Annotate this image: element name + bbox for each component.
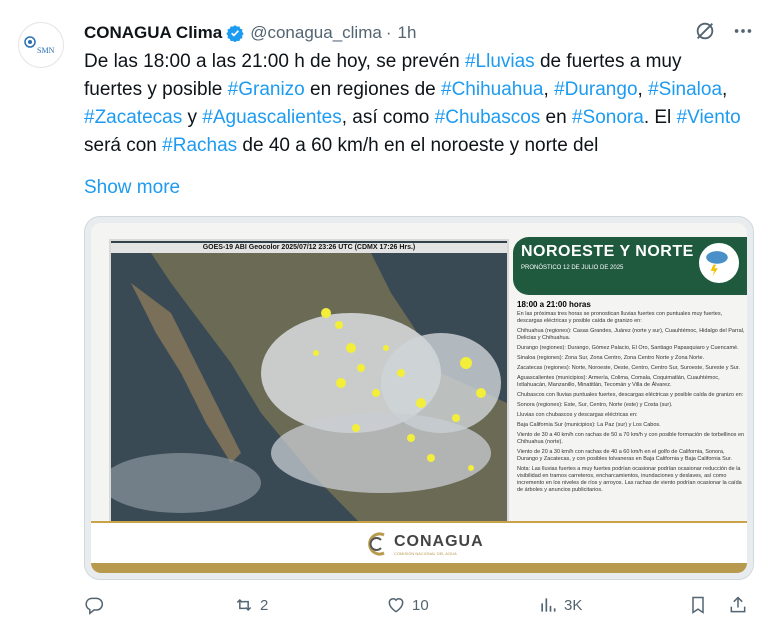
hashtag-link[interactable]: #Durango: [554, 79, 637, 100]
avatar-label: SMN: [37, 46, 55, 55]
tweet-text-segment: en: [540, 107, 572, 128]
forecast-panel-header: NOROESTE Y NORTE PRONÓSTICO 12 DE JULIO …: [513, 237, 747, 295]
views-icon: [541, 598, 556, 612]
hashtag-link[interactable]: #Zacatecas: [84, 107, 182, 128]
tweet-text-segment: De las 18:00 a las 21:00 h de hoy, se pr…: [84, 51, 465, 72]
grok-icon[interactable]: [694, 20, 716, 47]
hashtag-link[interactable]: #Sonora: [572, 107, 644, 128]
forecast-sinaloa: Sinaloa (regiones): Zona Sur, Zona Centr…: [517, 355, 705, 361]
forecast-card: GOES-19 ABI Geocolor 2025/07/12 23:26 UT…: [91, 223, 747, 573]
tweet-media-image[interactable]: GOES-19 ABI Geocolor 2025/07/12 23:26 UT…: [84, 216, 754, 580]
forecast-panel: NOROESTE Y NORTE PRONÓSTICO 12 DE JULIO …: [513, 237, 747, 525]
tweet-text: De las 18:00 a las 21:00 h de hoy, se pr…: [84, 48, 744, 160]
tweet-text-segment: ,: [637, 79, 649, 100]
forecast-durango: Durango (regiones): Durango, Gómez Palac…: [517, 345, 739, 351]
verified-badge-icon[interactable]: [226, 24, 244, 42]
header-separator: ·: [385, 23, 392, 42]
like-count: 10: [412, 596, 429, 614]
hashtag-link[interactable]: #Viento: [677, 107, 741, 128]
card-footer: CONAGUA COMISIÓN NACIONAL DEL AGUA: [91, 521, 747, 573]
reply-icon: [85, 597, 104, 615]
tweet-text-segment: , así como: [341, 107, 435, 128]
retweet-button[interactable]: 2: [234, 595, 386, 615]
map-title: GOES-19 ABI Geocolor 2025/07/12 23:26 UT…: [111, 243, 507, 253]
forecast-zacatecas: Zacatecas (regiones): Norte, Noroeste, O…: [517, 365, 740, 371]
forecast-chihuahua: Chihuahua (regiones): Casas Grandes, Juá…: [517, 328, 745, 341]
forecast-sonora: Sonora (regiones): Este, Sur, Centro, No…: [517, 402, 673, 408]
share-button[interactable]: [728, 595, 752, 615]
satellite-image-icon: [111, 253, 507, 524]
hashtag-link[interactable]: #Sinaloa: [648, 79, 722, 100]
hashtag-link[interactable]: #Rachas: [162, 135, 237, 156]
tweet: SMN CONAGUA Clima @conagua_clima · 1h De…: [0, 0, 768, 630]
author-name[interactable]: CONAGUA Clima: [84, 23, 222, 43]
conagua-logo: CONAGUA COMISIÓN NACIONAL DEL AGUA: [366, 531, 484, 557]
hashtag-link[interactable]: #Chubascos: [435, 107, 541, 128]
footer-gold-bar: [91, 563, 747, 573]
tweet-text-segment: en regiones de: [304, 79, 442, 100]
tweet-header: CONAGUA Clima @conagua_clima · 1h: [84, 22, 754, 44]
more-options-icon[interactable]: [732, 20, 754, 47]
forecast-viento-2: Viento de 20 a 30 km/h con rachas de 40 …: [517, 449, 732, 462]
bookmark-icon: [692, 596, 704, 614]
forecast-panel-body: 18:00 a 21:00 horas En las próximas tres…: [513, 295, 747, 501]
tweet-text-segment: ,: [722, 79, 728, 100]
reply-button[interactable]: [84, 595, 234, 615]
forecast-aguascalientes: Aguascalientes (municipios): Armería, Co…: [517, 375, 720, 388]
hashtag-link[interactable]: #Chihuahua: [441, 79, 543, 100]
forecast-time-range: 18:00 a 21:00 horas: [517, 300, 591, 309]
forecast-lluvias: Lluvias con chubascos y descargas eléctr…: [517, 412, 638, 418]
storm-cloud-icon: [697, 241, 741, 285]
tweet-text-segment: de 40 a 60 km/h en el noroeste y norte d…: [237, 135, 599, 156]
tweet-text-segment: y: [182, 107, 203, 128]
tweet-text-segment: será con: [84, 135, 163, 156]
forecast-bcs: Baja California Sur (municipios): La Paz…: [517, 422, 661, 428]
forecast-intro: En las próximas tres horas se pronostica…: [517, 311, 723, 324]
tweet-actions: 2 10 3K: [84, 592, 752, 618]
show-more-link[interactable]: Show more: [84, 177, 180, 199]
heart-icon: [388, 598, 404, 613]
conagua-logo-icon: [368, 532, 385, 556]
hashtag-link[interactable]: #Granizo: [228, 79, 305, 100]
views-button[interactable]: 3K: [538, 595, 688, 615]
smn-logo-icon: SMN: [24, 36, 55, 55]
bookmark-button[interactable]: [688, 595, 728, 615]
forecast-viento-1: Viento de 30 a 40 km/h con rachas de 50 …: [517, 432, 745, 445]
hashtag-link[interactable]: #Aguascalientes: [202, 107, 341, 128]
views-count: 3K: [564, 596, 583, 614]
avatar[interactable]: SMN: [18, 22, 64, 68]
satellite-map: GOES-19 ABI Geocolor 2025/07/12 23:26 UT…: [109, 239, 509, 526]
header-actions: [694, 20, 754, 47]
retweet-icon: [236, 598, 252, 612]
tweet-text-segment: . El: [643, 107, 677, 128]
forecast-chubascos: Chubascos con lluvias puntuales fuertes,…: [517, 392, 744, 398]
forecast-nota: Nota: Las lluvias fuertes a muy fuertes …: [517, 466, 742, 493]
tweet-timestamp[interactable]: 1h: [398, 23, 417, 43]
author-handle[interactable]: @conagua_clima: [250, 23, 382, 43]
tweet-text-segment: ,: [543, 79, 555, 100]
hashtag-link[interactable]: #Lluvias: [465, 51, 535, 72]
retweet-count: 2: [260, 596, 269, 614]
share-icon: [730, 596, 746, 613]
conagua-subtitle: COMISIÓN NACIONAL DEL AGUA: [394, 550, 457, 556]
like-button[interactable]: 10: [386, 595, 538, 615]
conagua-wordmark: CONAGUA: [394, 532, 484, 550]
